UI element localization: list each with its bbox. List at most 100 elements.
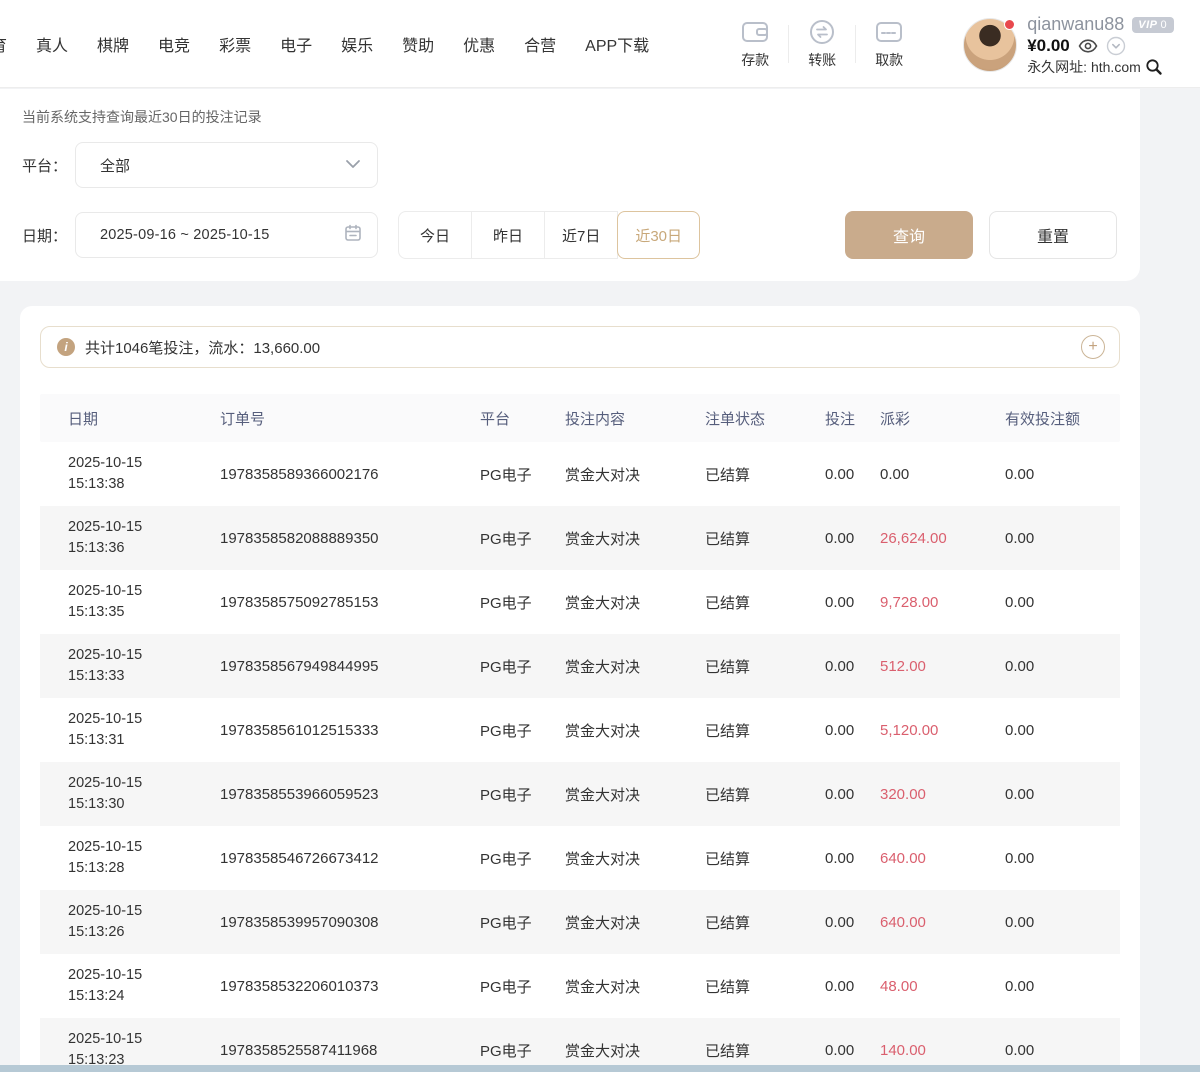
calendar-icon [343, 223, 363, 248]
cell-date: 2025-10-15 15:13:35 [68, 581, 220, 623]
nav-item-promotions[interactable]: 优惠 [463, 32, 495, 56]
cell-valid-bet: 0.00 [1005, 914, 1112, 931]
cell-payout: 640.00 [880, 850, 1005, 867]
table-row: 2025-10-15 15:13:23 1978358525587411968 … [40, 1018, 1120, 1072]
cell-status: 已结算 [705, 528, 825, 549]
cell-platform: PG电子 [480, 464, 565, 485]
expand-plus-icon[interactable]: + [1081, 335, 1105, 359]
cell-order-no: 1978358532206010373 [220, 978, 480, 995]
table-body: 2025-10-15 15:13:38 1978358589366002176 … [40, 442, 1120, 1072]
nav-item-cards[interactable]: 棋牌 [97, 32, 129, 56]
cell-bet: 0.00 [825, 594, 880, 611]
top-navbar: 育 真人 棋牌 电竞 彩票 电子 娱乐 赞助 优惠 合营 APP下载 存款 [0, 0, 1200, 88]
summary-text: 共计1046笔投注，流水：13,660.00 [85, 337, 320, 358]
platform-select[interactable]: 全部 [75, 142, 378, 188]
transfer-button[interactable]: 转账 [790, 18, 854, 70]
cell-order-no: 1978358553966059523 [220, 786, 480, 803]
nav-item-live[interactable]: 真人 [36, 32, 68, 56]
cell-bet: 0.00 [825, 914, 880, 931]
cell-status: 已结算 [705, 976, 825, 997]
col-order-no: 订单号 [220, 408, 480, 429]
cell-date: 2025-10-15 15:13:30 [68, 773, 220, 815]
cell-bet: 0.00 [825, 850, 880, 867]
range-7days-button[interactable]: 近7日 [544, 211, 618, 259]
vip-badge: VIP 0 [1132, 17, 1173, 33]
range-yesterday-button[interactable]: 昨日 [471, 211, 545, 259]
range-today-button[interactable]: 今日 [398, 211, 472, 259]
cell-payout: 140.00 [880, 1042, 1005, 1059]
cell-bet-content: 赏金大对决 [565, 656, 705, 677]
deposit-button[interactable]: 存款 [723, 18, 787, 70]
nav-item-entertainment[interactable]: 娱乐 [341, 32, 373, 56]
eye-icon[interactable] [1078, 39, 1098, 53]
refresh-chevron-icon[interactable] [1106, 36, 1126, 56]
nav-item-sports-clipped[interactable]: 育 [0, 32, 7, 56]
reset-button[interactable]: 重置 [989, 211, 1117, 259]
cell-bet: 0.00 [825, 658, 880, 675]
magnifier-icon[interactable] [1145, 58, 1163, 76]
cell-status: 已结算 [705, 912, 825, 933]
table-row: 2025-10-15 15:13:36 1978358582088889350 … [40, 506, 1120, 570]
nav-item-slots[interactable]: 电子 [280, 32, 312, 56]
date-range-input[interactable]: 2025-09-16 ~ 2025-10-15 [75, 212, 378, 258]
cell-bet: 0.00 [825, 466, 880, 483]
cell-platform: PG电子 [480, 720, 565, 741]
col-platform: 平台 [480, 408, 565, 429]
cell-date: 2025-10-15 15:13:26 [68, 901, 220, 943]
cell-payout: 26,624.00 [880, 530, 1005, 547]
main-nav: 育 真人 棋牌 电竞 彩票 电子 娱乐 赞助 优惠 合营 APP下载 [0, 32, 649, 56]
quick-date-range-group: 今日 昨日 近7日 近30日 [398, 211, 700, 259]
nav-item-sponsor[interactable]: 赞助 [402, 32, 434, 56]
cell-order-no: 1978358539957090308 [220, 914, 480, 931]
vip-level: 0 [1161, 19, 1167, 31]
col-valid-bet: 有效投注额 [1005, 408, 1112, 429]
cell-status: 已结算 [705, 464, 825, 485]
cell-valid-bet: 0.00 [1005, 466, 1112, 483]
bottom-scrollbar[interactable] [0, 1065, 1200, 1072]
cell-platform: PG电子 [480, 656, 565, 677]
cell-bet: 0.00 [825, 1042, 880, 1059]
cell-bet-content: 赏金大对决 [565, 720, 705, 741]
nav-item-affiliate[interactable]: 合营 [524, 32, 556, 56]
table-row: 2025-10-15 15:13:28 1978358546726673412 … [40, 826, 1120, 890]
nav-item-lottery[interactable]: 彩票 [219, 32, 251, 56]
nav-item-app-download[interactable]: APP下载 [585, 32, 649, 56]
cell-order-no: 1978358525587411968 [220, 1042, 480, 1059]
date-label: 日期： [22, 225, 75, 246]
table-row: 2025-10-15 15:13:24 1978358532206010373 … [40, 954, 1120, 1018]
cell-platform: PG电子 [480, 976, 565, 997]
range-30days-button[interactable]: 近30日 [617, 211, 700, 259]
user-account-area: qianwanu88 VIP 0 ¥0.00 永久网址: [963, 10, 1173, 77]
cell-valid-bet: 0.00 [1005, 786, 1112, 803]
records-panel: i 共计1046笔投注，流水：13,660.00 + 日期 订单号 平台 投注内… [20, 306, 1140, 1072]
withdraw-button[interactable]: 取款 [857, 18, 921, 70]
cell-bet-content: 赏金大对决 [565, 912, 705, 933]
balance-amount: ¥0.00 [1027, 36, 1070, 56]
avatar[interactable] [963, 18, 1017, 72]
cell-status: 已结算 [705, 784, 825, 805]
divider [855, 25, 856, 63]
transfer-label: 转账 [808, 50, 836, 70]
col-bet: 投注 [825, 408, 880, 429]
cell-date: 2025-10-15 15:13:38 [68, 453, 220, 495]
cell-platform: PG电子 [480, 784, 565, 805]
cell-payout: 48.00 [880, 978, 1005, 995]
user-info: qianwanu88 VIP 0 ¥0.00 永久网址: [1027, 10, 1173, 77]
betting-records-page: 育 真人 棋牌 电竞 彩票 电子 娱乐 赞助 优惠 合营 APP下载 存款 [0, 0, 1200, 1072]
table-row: 2025-10-15 15:13:33 1978358567949844995 … [40, 634, 1120, 698]
cell-order-no: 1978358575092785153 [220, 594, 480, 611]
cell-platform: PG电子 [480, 528, 565, 549]
query-button[interactable]: 查询 [845, 211, 973, 259]
cell-bet: 0.00 [825, 722, 880, 739]
nav-item-esports[interactable]: 电竞 [158, 32, 190, 56]
deposit-label: 存款 [741, 50, 769, 70]
cell-status: 已结算 [705, 1040, 825, 1061]
cell-status: 已结算 [705, 592, 825, 613]
filter-panel: 当前系统支持查询最近30日的投注记录 平台： 全部 日期： 2025-09-16… [0, 89, 1140, 281]
cell-status: 已结算 [705, 720, 825, 741]
transfer-icon [808, 18, 836, 46]
cell-valid-bet: 0.00 [1005, 658, 1112, 675]
cell-order-no: 1978358546726673412 [220, 850, 480, 867]
cell-platform: PG电子 [480, 848, 565, 869]
cell-bet-content: 赏金大对决 [565, 528, 705, 549]
